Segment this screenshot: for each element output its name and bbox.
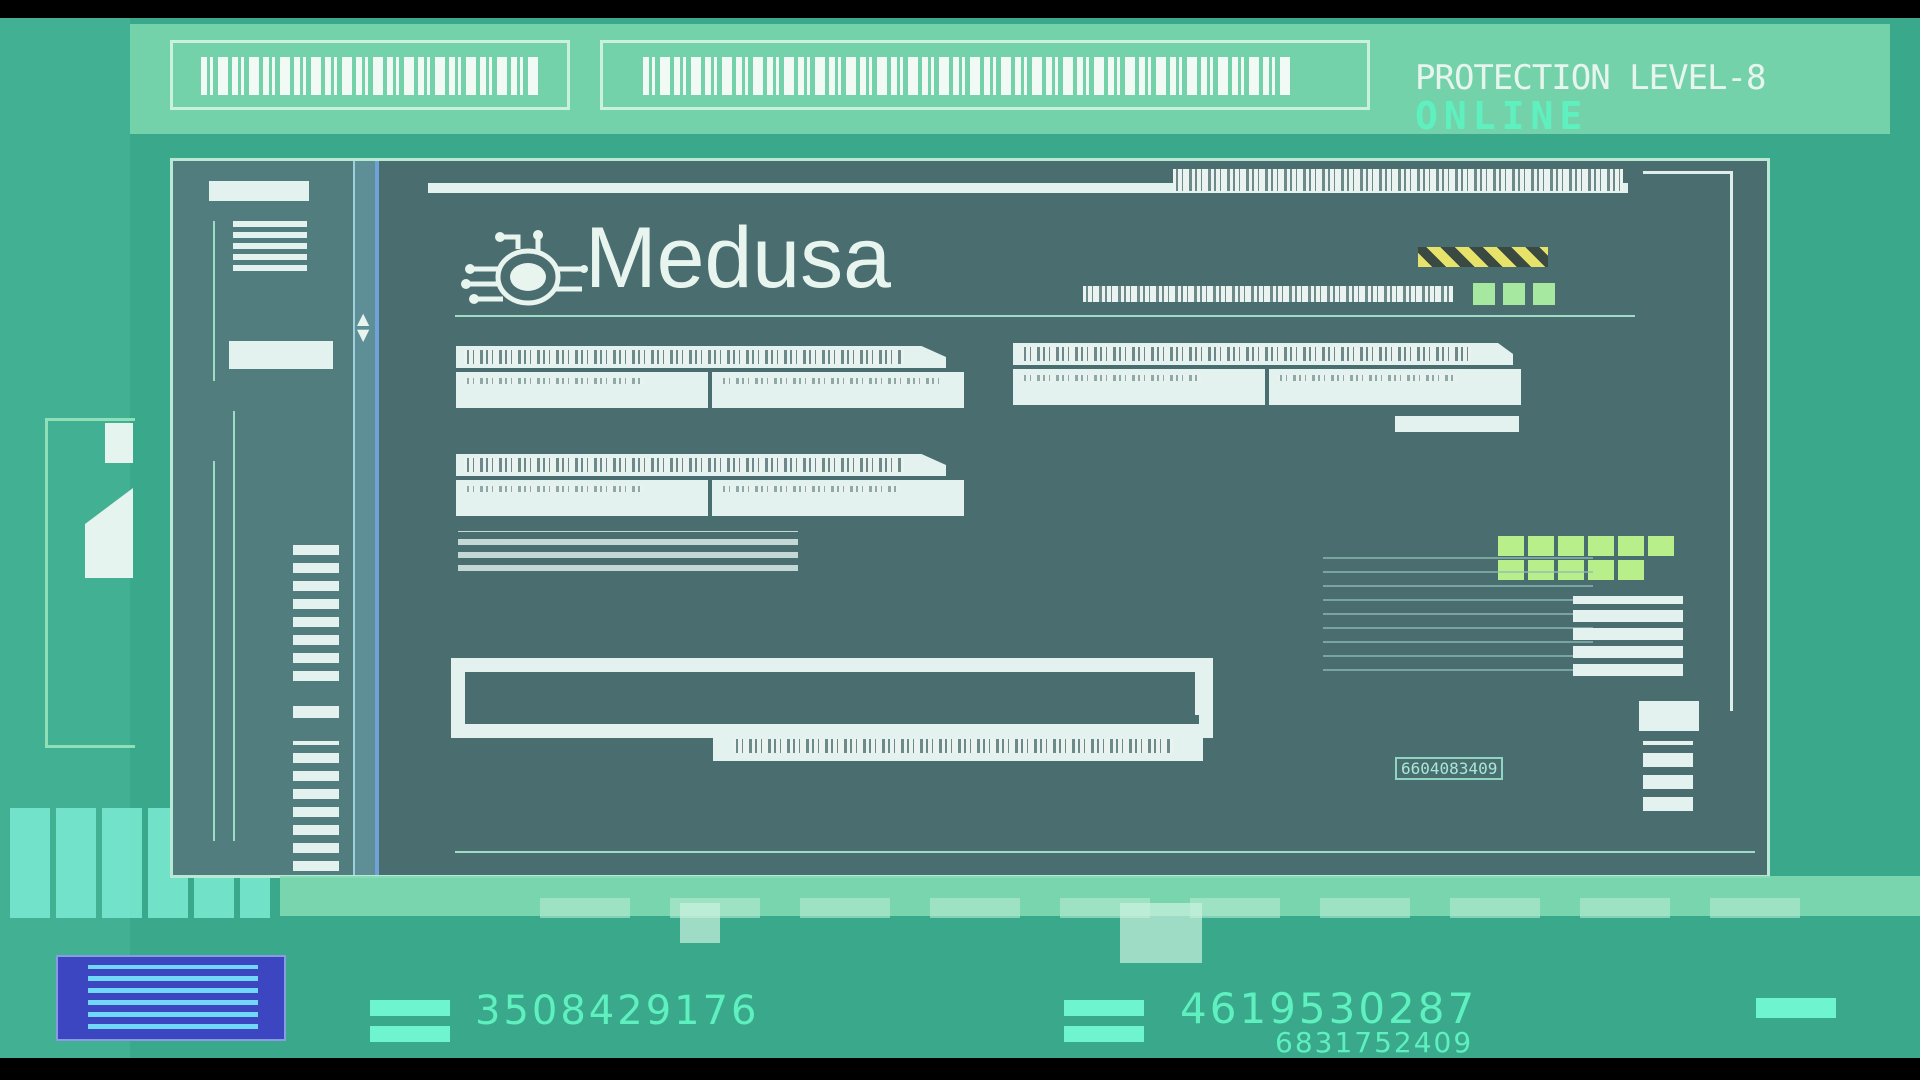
barcode-box-left [170,40,570,110]
bottom-block [1120,903,1202,963]
readout-right-sub: 6831752409 [1275,1026,1474,1058]
medusa-panel: ▲ ▼ Medusa 6604083409 [170,158,1770,878]
info-lines [458,531,798,571]
left-marker [105,423,133,463]
header-barcode [1173,169,1623,191]
barcode-strip [201,57,541,95]
status-leds [1473,283,1555,305]
readout-left: 3508429176 [475,988,760,1034]
protection-level-label: PROTECTION LEVEL-8 [1415,58,1766,98]
field-block-3[interactable] [456,454,964,516]
port-stack [1643,741,1693,811]
panel-sidebar [173,161,353,875]
online-status: ONLINE [1415,94,1589,138]
sidebar-stack-2 [293,741,339,871]
main-input-box[interactable] [451,658,1213,738]
barcode-box-center [600,40,1370,110]
status-barcode [1083,286,1453,302]
readout-marker-far [1756,998,1836,1018]
connector-line [1643,171,1733,711]
barcode-strip [643,57,1293,95]
readout-marker-left [370,998,450,1042]
mini-monitor [56,955,286,1041]
sidebar-stack-1 [293,541,339,681]
medusa-logo-text: Medusa [585,210,891,306]
circuit-brain-icon [458,229,588,319]
panel-code: 6604083409 [1395,757,1504,780]
input-caption-bar [713,731,1203,761]
left-bracket [45,418,135,748]
sidebar-bars [233,221,307,271]
bottom-block-small [680,903,720,943]
field-block-2[interactable] [1013,343,1521,405]
hud-screen: PROTECTION LEVEL-8 ONLINE ▲ ▼ Medusa 660… [0,18,1920,1058]
scroll-arrows-icon[interactable]: ▲ ▼ [357,311,369,343]
hazard-stripe-icon [1418,247,1548,267]
field-block-1[interactable] [456,346,964,408]
wire-grid [1323,556,1593,671]
scrollbar[interactable]: ▲ ▼ [353,161,379,875]
readout-marker-right [1064,998,1144,1042]
